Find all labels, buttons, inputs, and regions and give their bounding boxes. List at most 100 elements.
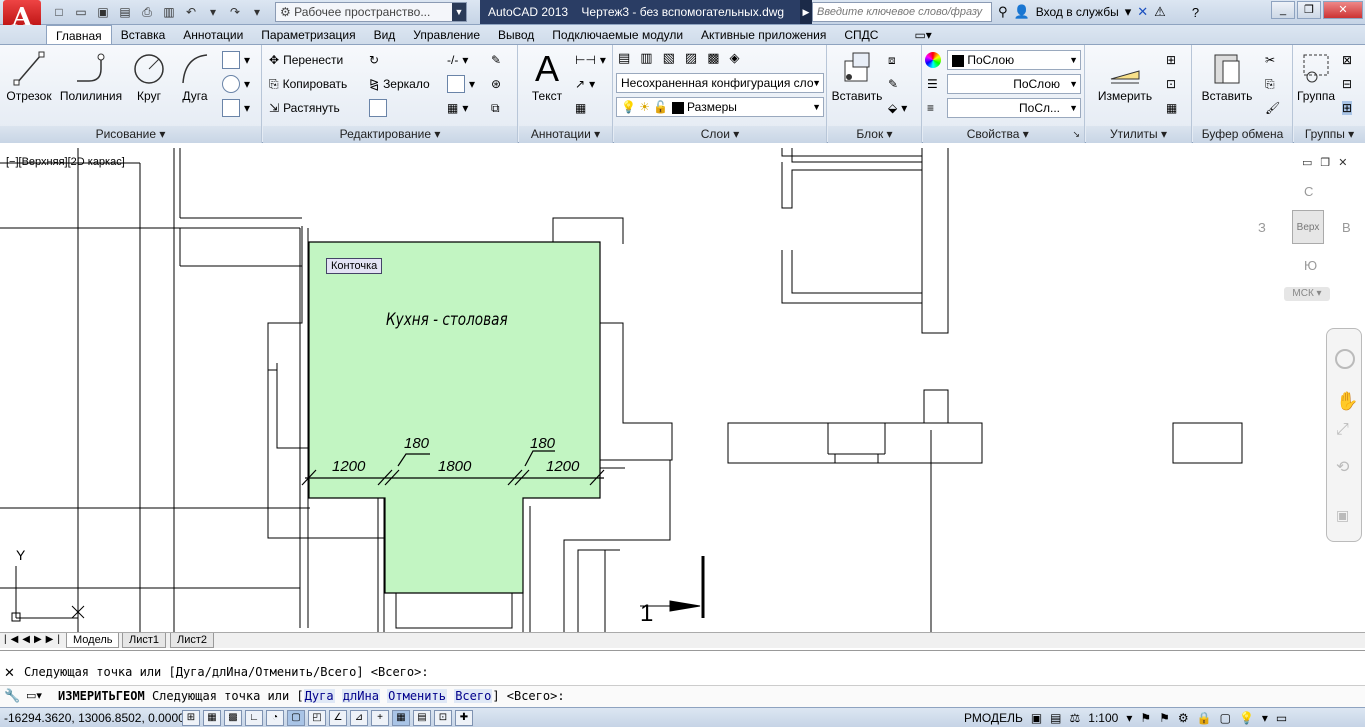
erase-button[interactable]: ✎ bbox=[491, 49, 501, 71]
stay-connected-icon[interactable]: ⚠ bbox=[1154, 4, 1166, 20]
annotation-scale[interactable]: 1:100 bbox=[1088, 711, 1118, 725]
panel-draw-title[interactable]: Рисование ▾ bbox=[0, 126, 261, 143]
layer-properties-icon[interactable]: ▤ bbox=[618, 50, 636, 66]
annotation-visibility-icon[interactable]: ⚑ bbox=[1140, 711, 1151, 725]
mirror-button[interactable]: ⧎ Зеркало bbox=[369, 73, 430, 95]
tab-plugins[interactable]: Подключаемые модули bbox=[543, 25, 692, 45]
tab-home[interactable]: Главная bbox=[46, 25, 112, 45]
panel-annotation-title[interactable]: Аннотации ▾ bbox=[519, 126, 612, 143]
offset-button[interactable]: ⧉ bbox=[491, 97, 500, 119]
3d-osnap-icon[interactable]: ◰ bbox=[308, 710, 326, 726]
scale-button[interactable] bbox=[369, 97, 387, 119]
panel-modify-title[interactable]: Редактирование ▾ bbox=[263, 126, 517, 143]
lock-ui-icon[interactable]: 🔒 bbox=[1197, 711, 1212, 725]
lineweight-toggle-icon[interactable]: ▦ bbox=[392, 710, 410, 726]
dialog-launcher-icon[interactable]: ↘ bbox=[1072, 126, 1080, 143]
layout-nav-arrows[interactable]: |◀◀▶▶| bbox=[4, 634, 64, 645]
attribute-button[interactable]: ⬙ ▾ bbox=[888, 97, 907, 119]
ucs-menu[interactable]: МСК ▾ bbox=[1284, 287, 1330, 301]
ribbon-minimize-icon[interactable]: ▭▾ bbox=[905, 25, 940, 45]
select-all-button[interactable]: ⊡ bbox=[1166, 73, 1176, 95]
match-properties-button[interactable]: 🖌 bbox=[1265, 97, 1280, 119]
layer-match-icon[interactable]: ▨ bbox=[685, 50, 703, 66]
rectangle-button[interactable]: ▾ bbox=[222, 49, 250, 71]
layer-isolate-icon[interactable]: ▥ bbox=[640, 50, 658, 66]
linetype-dropdown[interactable]: ПоСлою ▼ bbox=[947, 74, 1081, 94]
create-block-button[interactable]: ⧈ bbox=[888, 49, 896, 71]
ungroup-button[interactable]: ⊠ bbox=[1342, 49, 1352, 71]
redo-icon[interactable]: ↷ bbox=[226, 3, 244, 21]
redo-dropdown-icon[interactable]: ▾ bbox=[248, 3, 266, 21]
help-icon[interactable]: ? bbox=[1192, 5, 1199, 20]
search-input[interactable]: Введите ключевое слово/фразу bbox=[812, 2, 992, 22]
color-wheel-icon[interactable] bbox=[925, 52, 941, 68]
tab-online[interactable]: Активные приложения bbox=[692, 25, 835, 45]
table-button[interactable]: ▦ bbox=[575, 97, 586, 119]
chevron-right-icon[interactable]: ▶ bbox=[800, 0, 812, 24]
tab-insert[interactable]: Вставка bbox=[112, 25, 175, 45]
undo-icon[interactable]: ↶ bbox=[182, 3, 200, 21]
pan-icon[interactable]: ✋ bbox=[1336, 391, 1358, 412]
workspace-dropdown[interactable]: ⚙ Рабочее пространство... ▼ bbox=[275, 2, 467, 22]
line-button[interactable]: Отрезок bbox=[4, 49, 54, 103]
polyline-button[interactable]: Полилиния bbox=[56, 49, 126, 103]
tab-view[interactable]: Вид bbox=[365, 25, 405, 45]
coordinates[interactable]: -16294.3620, 13006.8502, 0.0000 bbox=[4, 711, 185, 725]
tab-layout2[interactable]: Лист2 bbox=[170, 633, 215, 648]
showmotion-icon[interactable]: ▣ bbox=[1336, 507, 1349, 524]
status-menu-icon[interactable]: ▾ bbox=[1262, 711, 1268, 725]
transparency-icon[interactable]: ▤ bbox=[413, 710, 431, 726]
array-button[interactable]: ▦ ▾ bbox=[447, 97, 468, 119]
arc-button[interactable]: Дуга bbox=[174, 49, 216, 103]
copy-clip-button[interactable]: ⎘ bbox=[1265, 73, 1275, 95]
quick-select-button[interactable]: ⊞ bbox=[1166, 49, 1176, 71]
tab-spds[interactable]: СПДС bbox=[835, 25, 887, 45]
panel-groups-title[interactable]: Группы ▾ bbox=[1294, 126, 1365, 143]
hardware-accel-icon[interactable]: ▢ bbox=[1220, 711, 1231, 725]
command-recent-icon[interactable]: ▭▾ bbox=[26, 689, 42, 702]
circle-button[interactable]: Круг bbox=[128, 49, 170, 103]
polar-icon[interactable]: ◔ bbox=[266, 710, 284, 726]
isolate-objects-icon[interactable]: 💡 bbox=[1239, 711, 1254, 725]
ducs-icon[interactable]: ⊿ bbox=[350, 710, 368, 726]
command-input[interactable]: 🔧 ▭▾ ИЗМЕРИТЬГЕОМ Следующая точка или [Д… bbox=[0, 685, 1365, 707]
orbit-icon[interactable]: ⟲ bbox=[1336, 457, 1349, 477]
otrack-icon[interactable]: ∠ bbox=[329, 710, 347, 726]
tab-model[interactable]: Модель bbox=[66, 633, 120, 648]
osnap-icon[interactable]: ▢ bbox=[287, 710, 305, 726]
sc-icon[interactable]: ✚ bbox=[455, 710, 473, 726]
stretch-button[interactable]: ⇲ Растянуть bbox=[269, 97, 340, 119]
panel-utilities-title[interactable]: Утилиты ▾ bbox=[1086, 126, 1191, 143]
dyn-icon[interactable]: + bbox=[371, 710, 389, 726]
new-icon[interactable]: □ bbox=[50, 3, 68, 21]
region-button[interactable]: ▾ bbox=[222, 97, 250, 119]
restore-icon[interactable]: ❐ bbox=[1297, 1, 1321, 19]
color-dropdown[interactable]: ПоСлою ▼ bbox=[947, 50, 1081, 70]
user-icon[interactable]: 👤 bbox=[1014, 4, 1030, 20]
steering-wheel-icon[interactable] bbox=[1335, 349, 1355, 369]
viewcube[interactable]: С З В Верх Ю МСК ▾ bbox=[1258, 178, 1356, 308]
viewcube-south[interactable]: Ю bbox=[1304, 258, 1317, 273]
minimize-icon[interactable]: ▭ bbox=[1302, 157, 1320, 169]
panel-layers-title[interactable]: Слои ▾ bbox=[614, 126, 826, 143]
tab-parametric[interactable]: Параметризация bbox=[252, 25, 364, 45]
option-arc[interactable]: Дуга bbox=[303, 689, 335, 703]
drawing-viewport[interactable]: [−][Верхняя][2D каркас] Конточка Кухня -… bbox=[0, 148, 1365, 632]
restore-icon[interactable]: ❐ bbox=[1320, 157, 1338, 169]
insert-block-button[interactable]: Вставить bbox=[830, 49, 884, 103]
grid-icon[interactable]: ▩ bbox=[224, 710, 242, 726]
panel-clipboard-title[interactable]: Буфер обмена bbox=[1193, 126, 1292, 143]
panel-block-title[interactable]: Блок ▾ bbox=[828, 126, 921, 143]
lineweight-dropdown[interactable]: ПоСл... ▼ bbox=[947, 98, 1081, 118]
leader-button[interactable]: ↗ ▾ bbox=[575, 73, 595, 95]
hatch-button[interactable]: ▾ bbox=[222, 73, 250, 95]
quick-view-drawings-icon[interactable]: ▤ bbox=[1050, 711, 1061, 725]
tab-manage[interactable]: Управление bbox=[404, 25, 489, 45]
rotate-button[interactable]: ↻ bbox=[369, 49, 379, 71]
fillet-button[interactable]: ▾ bbox=[447, 73, 475, 95]
layer-freeze-icon[interactable]: ▧ bbox=[663, 50, 681, 66]
save-icon[interactable]: ▣ bbox=[94, 3, 112, 21]
trim-button[interactable]: -/- ▾ bbox=[447, 49, 468, 71]
tab-layout1[interactable]: Лист1 bbox=[122, 633, 167, 648]
save-as-icon[interactable]: ▤ bbox=[116, 3, 134, 21]
